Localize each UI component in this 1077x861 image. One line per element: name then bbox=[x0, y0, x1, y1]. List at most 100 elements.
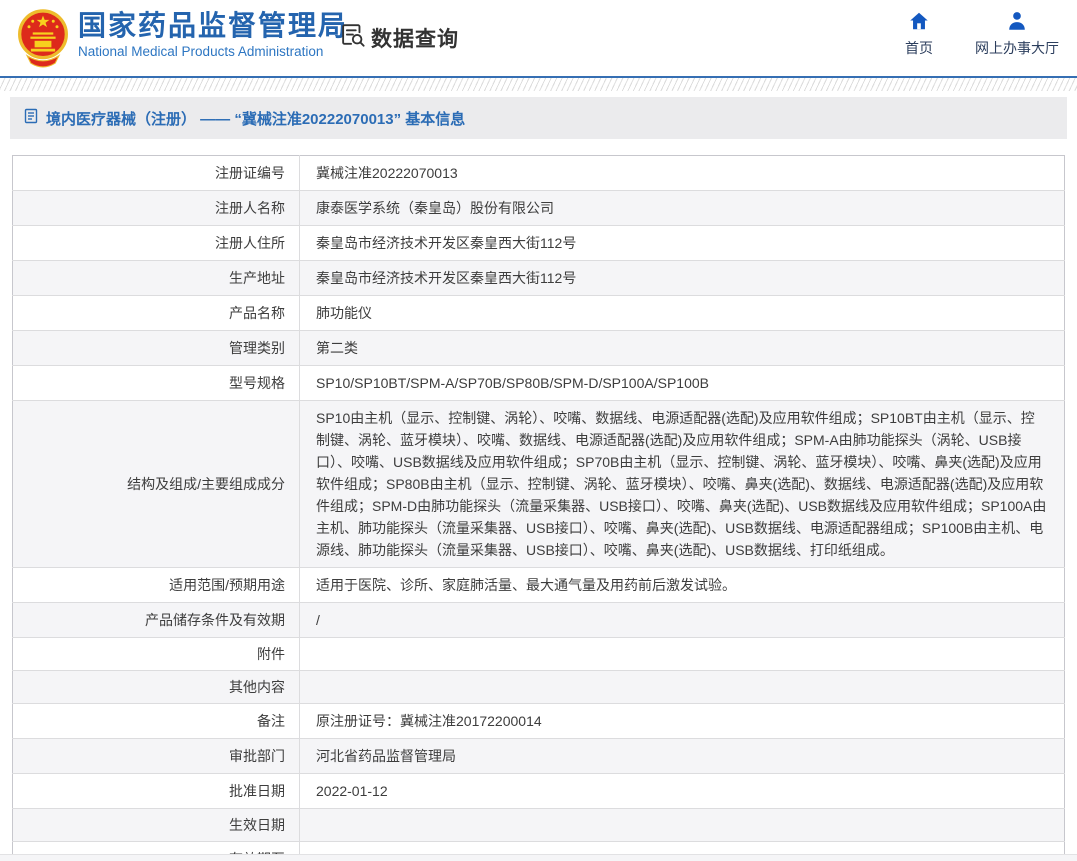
row-value-cell: 康泰医学系统（秦皇岛）股份有限公司 bbox=[299, 190, 1065, 226]
row-label: 审批部门 bbox=[229, 748, 285, 764]
org-title-block: 国家药品监督管理局 National Medical Products Admi… bbox=[78, 10, 349, 60]
row-value: SP10/SP10BT/SPM-A/SP70B/SP80B/SPM-D/SP10… bbox=[316, 375, 709, 391]
row-label-cell: 注册人住所 bbox=[12, 225, 300, 261]
nav-item-home[interactable]: 首页 bbox=[897, 10, 941, 58]
row-value-cell: SP10由主机（显示、控制键、涡轮）、咬嘴、数据线、电源适配器(选配)及应用软件… bbox=[299, 400, 1065, 568]
home-icon bbox=[897, 10, 941, 32]
row-value: 秦皇岛市经济技术开发区秦皇西大街112号 bbox=[316, 270, 577, 286]
table-row: 生产地址 秦皇岛市经济技术开发区秦皇西大街112号 bbox=[12, 260, 1065, 296]
info-table-body: 注册证编号 冀械注准20222070013 注册人名称 康泰医学系统（秦皇岛）股份有限… bbox=[12, 155, 1065, 861]
row-value: 河北省药品监督管理局 bbox=[316, 748, 456, 764]
row-label: 注册人名称 bbox=[215, 200, 285, 216]
row-label: 产品名称 bbox=[229, 305, 285, 321]
row-value-cell: 河北省药品监督管理局 bbox=[299, 738, 1065, 774]
data-query-icon bbox=[338, 21, 366, 54]
table-row: 注册人住所 秦皇岛市经济技术开发区秦皇西大街112号 bbox=[12, 225, 1065, 261]
row-value: 秦皇岛市经济技术开发区秦皇西大街112号 bbox=[316, 235, 577, 251]
row-value: 第二类 bbox=[316, 340, 358, 356]
data-query-label: 数据查询 bbox=[371, 27, 459, 51]
row-value: 冀械注准20222070013 bbox=[316, 165, 458, 181]
row-label-cell: 注册人名称 bbox=[12, 190, 300, 226]
row-label: 结构及组成/主要组成成分 bbox=[127, 476, 285, 492]
row-value: 原注册证号：冀械注准20172200014 bbox=[316, 713, 542, 729]
row-value-cell: 2022-01-12 bbox=[299, 773, 1065, 809]
footer-strip bbox=[0, 854, 1077, 861]
row-label: 适用范围/预期用途 bbox=[169, 577, 285, 593]
row-value-cell bbox=[299, 637, 1065, 671]
breadcrumb: 境内医疗器械（注册） —— “冀械注准20222070013” 基本信息 bbox=[10, 97, 1067, 139]
org-name-zh: 国家药品监督管理局 bbox=[78, 10, 349, 41]
row-label-cell: 其他内容 bbox=[12, 670, 300, 704]
page-title: 境内医疗器械（注册） —— “冀械注准20222070013” 基本信息 bbox=[46, 110, 466, 128]
table-row: 管理类别 第二类 bbox=[12, 330, 1065, 366]
row-value-cell: SP10/SP10BT/SPM-A/SP70B/SP80B/SPM-D/SP10… bbox=[299, 365, 1065, 401]
row-value-cell bbox=[299, 670, 1065, 704]
row-label: 其他内容 bbox=[229, 679, 285, 695]
row-value: 2022-01-12 bbox=[316, 783, 388, 799]
row-value-cell: 第二类 bbox=[299, 330, 1065, 366]
row-value: 康泰医学系统（秦皇岛）股份有限公司 bbox=[316, 200, 554, 216]
org-name-en: National Medical Products Administration bbox=[78, 44, 324, 59]
row-label: 注册证编号 bbox=[215, 165, 285, 181]
nav-item-service-hall[interactable]: 网上办事大厅 bbox=[975, 10, 1059, 58]
row-value-cell: 肺功能仪 bbox=[299, 295, 1065, 331]
registration-info-table: 注册证编号 冀械注准20222070013 注册人名称 康泰医学系统（秦皇岛）股份有限… bbox=[12, 155, 1065, 861]
row-value: 肺功能仪 bbox=[316, 305, 372, 321]
table-row: 注册证编号 冀械注准20222070013 bbox=[12, 155, 1065, 191]
table-row: 注册人名称 康泰医学系统（秦皇岛）股份有限公司 bbox=[12, 190, 1065, 226]
table-row: 备注 原注册证号：冀械注准20172200014 bbox=[12, 703, 1065, 739]
row-label-cell: 注册证编号 bbox=[12, 155, 300, 191]
row-label-cell: 备注 bbox=[12, 703, 300, 739]
table-row: 结构及组成/主要组成成分 SP10由主机（显示、控制键、涡轮）、咬嘴、数据线、电源… bbox=[12, 400, 1065, 568]
row-label-cell: 生效日期 bbox=[12, 808, 300, 842]
table-row: 附件 bbox=[12, 637, 1065, 671]
row-label-cell: 生产地址 bbox=[12, 260, 300, 296]
row-value-cell: / bbox=[299, 602, 1065, 638]
row-label: 生效日期 bbox=[229, 817, 285, 833]
row-label: 生产地址 bbox=[229, 270, 285, 286]
header-nav: 首页 网上办事大厅 bbox=[897, 10, 1059, 58]
row-label: 注册人住所 bbox=[215, 235, 285, 251]
row-label: 附件 bbox=[257, 646, 285, 662]
row-value-cell: 原注册证号：冀械注准20172200014 bbox=[299, 703, 1065, 739]
user-icon bbox=[975, 10, 1059, 32]
row-label-cell: 批准日期 bbox=[12, 773, 300, 809]
row-value: / bbox=[316, 612, 320, 628]
row-label-cell: 产品储存条件及有效期 bbox=[12, 602, 300, 638]
row-label-cell: 产品名称 bbox=[12, 295, 300, 331]
nav-service-hall-label: 网上办事大厅 bbox=[975, 40, 1059, 56]
row-value-cell: 冀械注准20222070013 bbox=[299, 155, 1065, 191]
national-emblem-icon bbox=[15, 7, 71, 69]
header-hatch-strip bbox=[0, 78, 1077, 91]
row-label: 型号规格 bbox=[229, 375, 285, 391]
row-value: 适用于医院、诊所、家庭肺活量、最大通气量及用药前后激发试验。 bbox=[316, 577, 736, 593]
registration-info-table-wrap: 注册证编号 冀械注准20222070013 注册人名称 康泰医学系统（秦皇岛）股份有限… bbox=[12, 155, 1065, 861]
row-label: 批准日期 bbox=[229, 783, 285, 799]
row-value-cell: 秦皇岛市经济技术开发区秦皇西大街112号 bbox=[299, 225, 1065, 261]
data-query-tab[interactable]: 数据查询 bbox=[338, 21, 459, 54]
page-header: 国家药品监督管理局 National Medical Products Admi… bbox=[0, 0, 1077, 76]
row-label: 管理类别 bbox=[229, 340, 285, 356]
row-label-cell: 管理类别 bbox=[12, 330, 300, 366]
row-label-cell: 审批部门 bbox=[12, 738, 300, 774]
table-row: 型号规格 SP10/SP10BT/SPM-A/SP70B/SP80B/SPM-D/… bbox=[12, 365, 1065, 401]
row-label: 产品储存条件及有效期 bbox=[145, 612, 285, 628]
nav-home-label: 首页 bbox=[905, 40, 933, 56]
row-label-cell: 附件 bbox=[12, 637, 300, 671]
row-value-cell: 适用于医院、诊所、家庭肺活量、最大通气量及用药前后激发试验。 bbox=[299, 567, 1065, 603]
table-row: 产品储存条件及有效期 / bbox=[12, 602, 1065, 638]
row-label: 备注 bbox=[257, 713, 285, 729]
row-label-cell: 适用范围/预期用途 bbox=[12, 567, 300, 603]
row-value-cell bbox=[299, 808, 1065, 842]
document-icon bbox=[23, 108, 39, 129]
row-label-cell: 型号规格 bbox=[12, 365, 300, 401]
row-label-cell: 结构及组成/主要组成成分 bbox=[12, 400, 300, 568]
table-row: 产品名称 肺功能仪 bbox=[12, 295, 1065, 331]
row-value: SP10由主机（显示、控制键、涡轮）、咬嘴、数据线、电源适配器(选配)及应用软件… bbox=[316, 410, 1047, 558]
table-row: 批准日期 2022-01-12 bbox=[12, 773, 1065, 809]
table-row: 审批部门 河北省药品监督管理局 bbox=[12, 738, 1065, 774]
table-row: 其他内容 bbox=[12, 670, 1065, 704]
table-row: 适用范围/预期用途 适用于医院、诊所、家庭肺活量、最大通气量及用药前后激发试验。 bbox=[12, 567, 1065, 603]
table-row: 生效日期 bbox=[12, 808, 1065, 842]
row-value-cell: 秦皇岛市经济技术开发区秦皇西大街112号 bbox=[299, 260, 1065, 296]
